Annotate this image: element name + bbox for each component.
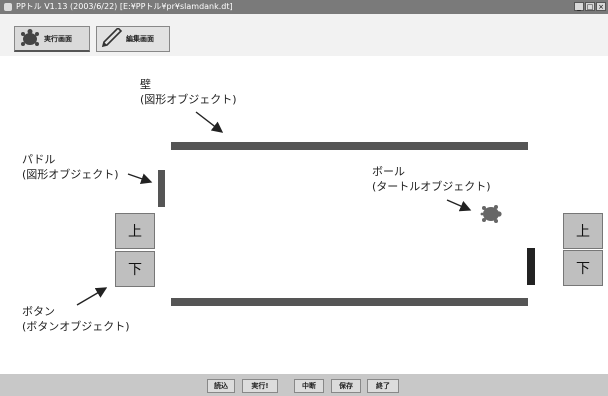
exit-button[interactable]: 終了 [367, 379, 399, 393]
ball-arrow [446, 199, 472, 212]
button-arrow [76, 287, 108, 306]
save-button[interactable]: 保存 [331, 379, 361, 393]
paddle-arrow [127, 173, 153, 185]
run-button[interactable]: 実行! [242, 379, 278, 393]
stop-button[interactable]: 中断 [294, 379, 324, 393]
annotation-arrows [76, 111, 472, 306]
bottom-toolbar: 読込 実行! 中断 保存 終了 [0, 374, 608, 396]
wall-arrow [195, 111, 224, 133]
load-button[interactable]: 読込 [207, 379, 235, 393]
